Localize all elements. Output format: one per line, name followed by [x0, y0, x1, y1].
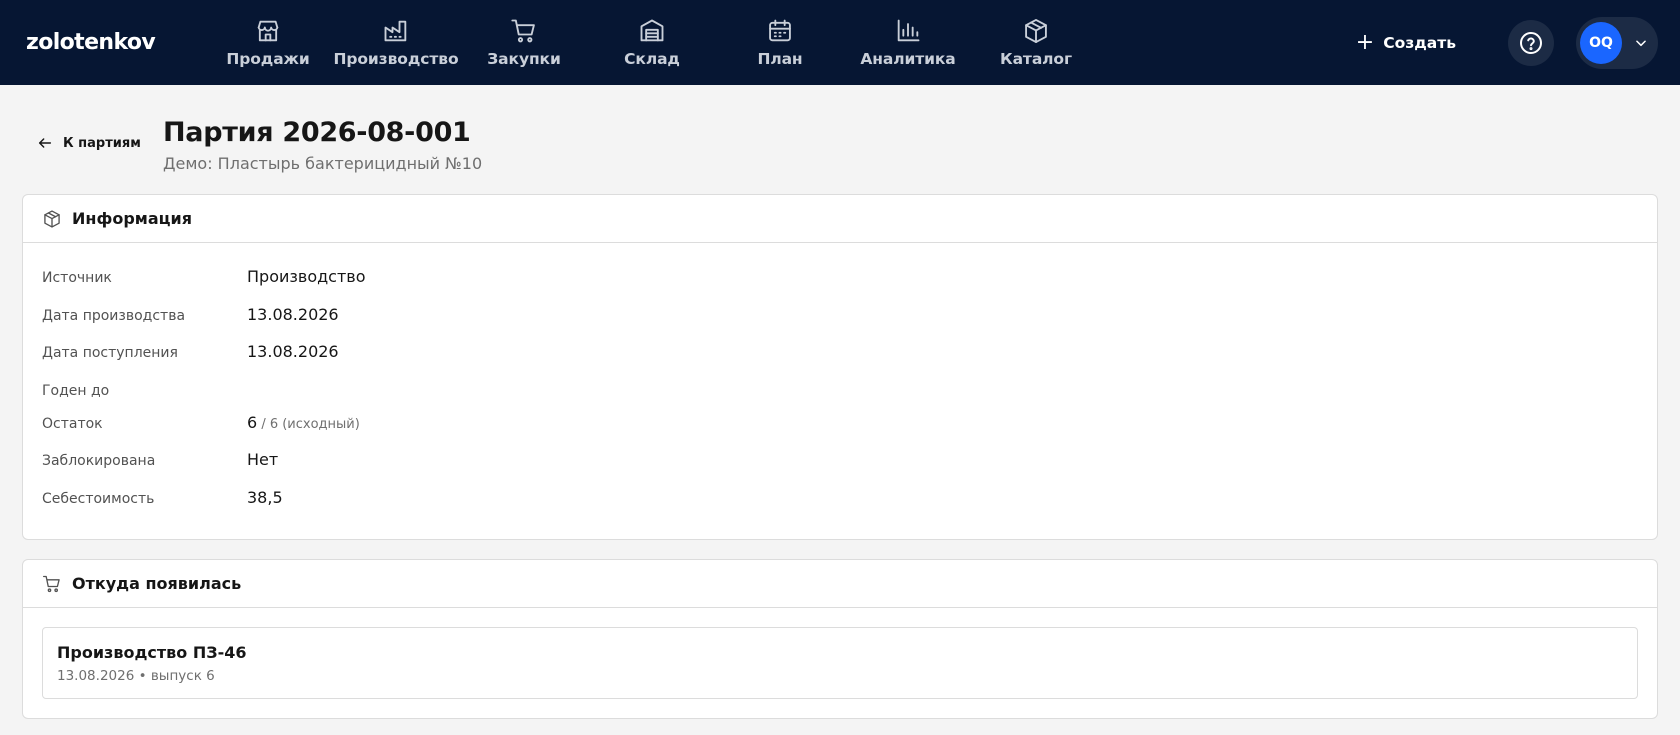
origin-item-title: Производство ПЗ-46	[57, 643, 247, 662]
avatar: OQ	[1580, 21, 1622, 64]
plus-icon: +	[1355, 29, 1375, 55]
origin-item-meta: 13.08.2026 • выпуск 6	[57, 668, 215, 684]
info-label: Остаток	[42, 415, 103, 432]
factory-icon	[384, 20, 407, 42]
info-list: Источник Производство Дата производства …	[23, 243, 1657, 539]
info-label: Дата поступления	[42, 345, 178, 361]
package-icon	[1025, 18, 1047, 44]
package-icon	[44, 209, 60, 228]
info-value: 38,5	[247, 487, 283, 507]
info-card: Информация Источник Производство Дата пр…	[22, 194, 1658, 540]
calendar-icon	[769, 19, 791, 42]
cart-icon	[43, 575, 60, 592]
nav-item-analytics[interactable]: Аналитика	[844, 0, 972, 85]
origin-card-title: Откуда появилась	[72, 574, 242, 593]
main-nav: Продажи Производство Закупки Склад План	[204, 0, 1100, 85]
app-logo[interactable]: zolotenkov	[26, 30, 204, 55]
page-header: К партиям Партия 2026-08-001 Демо: Пласт…	[0, 85, 1680, 194]
info-row-production-date: Дата производства 13.08.2026	[42, 305, 1657, 343]
info-row-source: Источник Производство	[42, 267, 1657, 305]
store-icon	[257, 20, 279, 42]
nav-item-purchases[interactable]: Закупки	[460, 0, 588, 85]
page-title: Партия 2026-08-001	[163, 117, 471, 148]
title-block: Партия 2026-08-001 Демо: Пластырь бактер…	[163, 117, 482, 173]
warehouse-icon	[640, 19, 664, 42]
origin-item-production-order[interactable]: Производство ПЗ-46 13.08.2026 • выпуск 6	[42, 627, 1638, 699]
chevron-down-icon	[1636, 39, 1646, 46]
info-value: Нет	[247, 450, 279, 469]
origin-card: Откуда появилась Производство ПЗ-46 13.0…	[22, 559, 1658, 719]
top-navigation-bar: zolotenkov Продажи Производство Закупки …	[0, 0, 1680, 85]
nav-item-plan[interactable]: План	[716, 0, 844, 85]
back-to-batches-link[interactable]: К партиям	[37, 135, 141, 151]
cart-icon	[511, 19, 535, 43]
info-row-blocked: Заблокирована Нет	[42, 450, 1657, 488]
info-label: Дата производства	[42, 307, 186, 324]
back-label: К партиям	[63, 135, 141, 151]
info-card-title: Информация	[72, 209, 192, 228]
page-subtitle: Демо: Пластырь бактерицидный №10	[163, 154, 483, 173]
remaining-initial: / 6 (исходный)	[257, 416, 360, 432]
nav-label: Производство	[333, 50, 459, 68]
help-button[interactable]	[1508, 19, 1554, 66]
create-button[interactable]: + Создать	[1355, 29, 1456, 55]
help-icon	[1520, 31, 1542, 54]
info-value: 13.08.2026	[247, 342, 339, 361]
info-row-cost: Себестоимость 38,5	[42, 488, 1657, 526]
nav-item-warehouse[interactable]: Склад	[588, 0, 716, 85]
nav-label: Аналитика	[860, 50, 956, 68]
nav-label: Продажи	[226, 50, 310, 68]
nav-label: План	[757, 50, 803, 68]
origin-list: Производство ПЗ-46 13.08.2026 • выпуск 6	[23, 608, 1657, 718]
nav-item-catalog[interactable]: Каталог	[972, 0, 1100, 85]
remaining-value: 6	[247, 412, 258, 432]
arrow-left-icon	[38, 138, 52, 148]
info-value: 13.08.2026	[247, 304, 339, 324]
info-value: Производство	[247, 267, 366, 286]
nav-label: Закупки	[487, 50, 561, 68]
header-actions: + Создать OQ	[1356, 0, 1658, 85]
info-label: Источник	[42, 270, 112, 286]
info-label: Годен до	[42, 382, 110, 399]
nav-item-sales[interactable]: Продажи	[204, 0, 332, 85]
nav-label: Склад	[624, 50, 680, 68]
info-card-header: Информация	[23, 195, 1657, 243]
nav-label: Каталог	[1000, 50, 1072, 68]
info-value: 6 / 6 (исходный)	[247, 413, 360, 451]
user-menu-button[interactable]: OQ	[1576, 16, 1658, 69]
info-label: Заблокирована	[42, 453, 156, 469]
bar-chart-icon	[897, 19, 920, 42]
origin-card-header: Откуда появилась	[23, 560, 1657, 608]
create-label: Создать	[1383, 33, 1456, 52]
info-row-receipt-date: Дата поступления 13.08.2026	[42, 342, 1657, 380]
info-label: Себестоимость	[42, 490, 155, 507]
info-row-remaining: Остаток 6 / 6 (исходный)	[42, 413, 1657, 451]
nav-item-production[interactable]: Производство	[332, 0, 460, 85]
info-row-expiry: Годен до	[42, 380, 1657, 413]
